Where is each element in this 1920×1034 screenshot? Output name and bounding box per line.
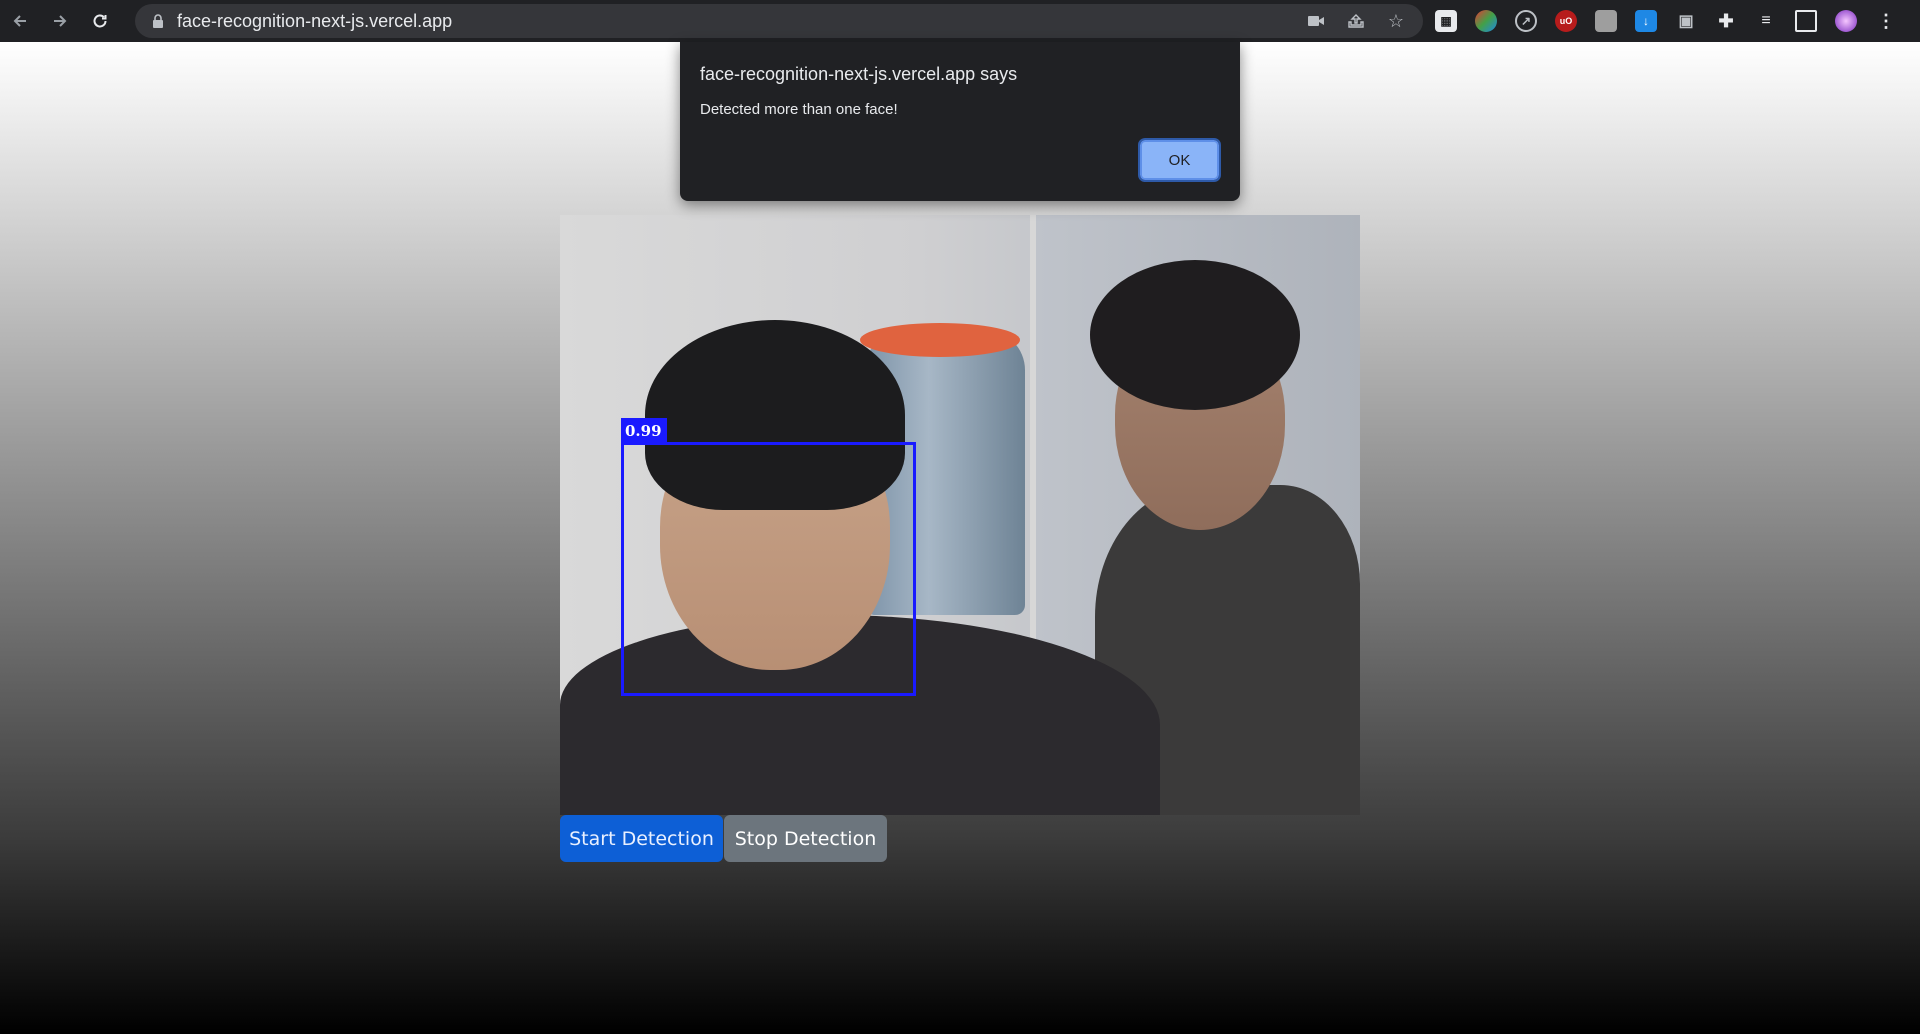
video-person-right-hair [1090, 260, 1300, 410]
detection-confidence-label: 0.99 [621, 418, 667, 443]
avatar[interactable] [1835, 10, 1857, 32]
reload-icon[interactable] [80, 0, 120, 42]
start-detection-button[interactable]: Start Detection [560, 815, 723, 862]
forward-icon[interactable] [40, 0, 80, 42]
url-text[interactable]: face-recognition-next-js.vercel.app [177, 11, 452, 32]
ublock-icon[interactable]: uO [1555, 10, 1577, 32]
lock-icon[interactable] [151, 14, 165, 28]
stop-detection-button[interactable]: Stop Detection [724, 815, 887, 862]
puzzle-icon[interactable]: ✚ [1715, 10, 1737, 32]
share-icon[interactable] [1345, 10, 1367, 32]
camera-icon[interactable] [1305, 10, 1327, 32]
compass-icon[interactable]: ↗ [1515, 10, 1537, 32]
bookmark-star-icon[interactable]: ☆ [1385, 10, 1407, 32]
back-icon[interactable] [0, 0, 40, 42]
alert-dialog: face-recognition-next-js.vercel.app says… [680, 42, 1240, 201]
side-panel-icon[interactable] [1795, 10, 1817, 32]
extension-bar: ▦ ↗ uO ↓ ▣ ✚ ≡ ⋮ [1435, 0, 1897, 42]
reading-list-icon[interactable]: ≡ [1755, 10, 1777, 32]
video-dispenser-cap [860, 323, 1020, 357]
face-detection-box [621, 442, 916, 696]
webcam-video: 0.99 [560, 215, 1360, 815]
color-extension-icon[interactable] [1475, 10, 1497, 32]
dialog-ok-button[interactable]: OK [1138, 138, 1221, 182]
address-bar[interactable]: face-recognition-next-js.vercel.app ☆ [135, 4, 1423, 38]
menu-icon[interactable]: ⋮ [1875, 10, 1897, 32]
grabber-extension-icon[interactable] [1595, 10, 1617, 32]
screenshot-camera-icon[interactable]: ▣ [1675, 10, 1697, 32]
dialog-title: face-recognition-next-js.vercel.app says [700, 64, 1018, 84]
omnibox-actions: ☆ [1305, 4, 1407, 38]
qr-code-icon[interactable]: ▦ [1435, 10, 1457, 32]
download-icon[interactable]: ↓ [1635, 10, 1657, 32]
browser-toolbar: face-recognition-next-js.vercel.app ☆ ▦ … [0, 0, 1920, 42]
dialog-message: Detected more than one face! [700, 101, 898, 118]
